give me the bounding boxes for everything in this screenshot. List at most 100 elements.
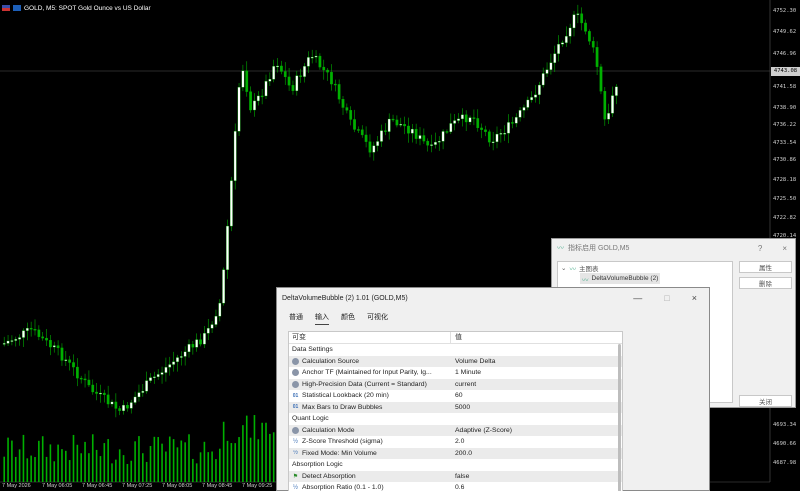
property-value[interactable]: current	[451, 381, 476, 388]
property-value[interactable]: 1 Minute	[451, 369, 481, 376]
price-tick-label: 4733.54	[773, 140, 797, 146]
bull-candle	[214, 316, 218, 325]
property-value[interactable]: 200.0	[451, 450, 472, 457]
property-row[interactable]: Calculation Source Volume Delta	[289, 355, 622, 367]
double-icon: ½	[292, 484, 298, 491]
properties-button[interactable]: 属性	[739, 261, 792, 273]
close-icon[interactable]: ×	[692, 293, 697, 303]
bull-candle	[64, 359, 68, 361]
volume-bar	[207, 452, 210, 482]
property-value[interactable]: 5000	[451, 404, 470, 411]
dialog-titlebar[interactable]: DeltaVolumeBubble (2) 1.01 (GOLD,M5) — □…	[277, 288, 709, 308]
bull-candle	[210, 324, 214, 329]
price-tick-label: 4722.82	[773, 215, 797, 221]
bull-candle	[218, 302, 222, 317]
volume-bar	[234, 443, 236, 482]
property-row[interactable]: ½ Absorption Ratio (0.1 - 1.0) 0.6	[289, 482, 622, 491]
chevron-down-icon[interactable]: ⌄	[561, 264, 566, 272]
bear-candle	[580, 13, 584, 24]
tree-root[interactable]: ⌄ 〰 主图表	[558, 262, 732, 273]
property-row[interactable]: ½ Fixed Mode: Min Volume 200.0	[289, 447, 622, 459]
column-value[interactable]: 值	[451, 332, 462, 343]
maximize-icon[interactable]: □	[664, 293, 669, 303]
tab-visualization[interactable]: 可视化	[367, 310, 388, 324]
bull-candle	[314, 55, 318, 58]
bear-candle	[37, 329, 41, 337]
bear-candle	[326, 69, 329, 73]
bull-candle	[572, 14, 576, 29]
bear-candle	[106, 394, 110, 405]
time-tick-label: 7 May 06:05	[42, 483, 73, 489]
bull-candle	[52, 345, 56, 348]
volume-bar	[230, 443, 233, 482]
bull-candle	[14, 339, 18, 341]
volume-bar	[153, 436, 156, 482]
property-row[interactable]: ½ Z-Score Threshold (sigma) 2.0	[289, 436, 622, 448]
close-button[interactable]: 关闭	[739, 395, 792, 407]
bull-candle	[437, 141, 441, 143]
volume-bar	[34, 457, 36, 482]
delete-button[interactable]: 删除	[739, 277, 792, 289]
volume-bar	[199, 452, 202, 482]
bear-candle	[41, 336, 45, 339]
property-value[interactable]: Adaptive (Z-Score)	[451, 427, 512, 434]
property-value[interactable]: 0.6	[451, 484, 464, 491]
property-row[interactable]: Calculation Mode Adaptive (Z-Score)	[289, 424, 622, 436]
property-value[interactable]: 60	[451, 392, 463, 399]
grid-scrollbar[interactable]	[618, 344, 621, 491]
help-button[interactable]: ?	[758, 244, 762, 253]
bull-candle	[514, 117, 518, 124]
bear-candle	[476, 118, 480, 129]
property-row[interactable]: High-Precision Data (Current = Standard)…	[289, 378, 622, 390]
bear-candle	[114, 401, 118, 409]
bear-candle	[403, 124, 406, 127]
chart-header: GOLD, M5: SPOT Gold Ounce vs US Dollar	[2, 2, 151, 14]
volume-bar	[142, 453, 144, 482]
price-tick-label: 4730.86	[773, 157, 797, 163]
close-icon[interactable]: ×	[782, 244, 787, 253]
price-tick-label: 4752.30	[773, 8, 797, 14]
property-value[interactable]: Volume Delta	[451, 358, 495, 365]
bull-candle	[306, 57, 310, 67]
metatrader-icon	[13, 5, 21, 11]
property-row[interactable]: 01 Max Bars to Draw Bubbles 5000	[289, 401, 622, 413]
bear-candle	[341, 99, 345, 108]
bull-candle	[387, 118, 391, 132]
volume-bar	[72, 434, 75, 482]
bull-candle	[518, 110, 522, 118]
bear-candle	[33, 329, 37, 331]
property-row[interactable]: ⚑ Detect Absorption false	[289, 470, 622, 482]
tree-item-indicator[interactable]: 〰 DeltaVolumeBubble (2)	[580, 273, 660, 284]
property-value[interactable]: false	[451, 473, 469, 480]
price-tick-label: 4736.22	[773, 122, 797, 128]
bear-candle	[364, 134, 368, 142]
section-header: Data Settings	[292, 346, 333, 353]
tab-common[interactable]: 普通	[289, 310, 303, 324]
bull-candle	[557, 44, 560, 54]
bull-candle	[611, 95, 614, 114]
property-row[interactable]: Anchor TF (Maintained for Input Parity, …	[289, 367, 622, 379]
property-row[interactable]: 01 Statistical Lookback (20 min) 60	[289, 390, 622, 402]
bear-candle	[487, 131, 491, 143]
indicator-properties-dialog[interactable]: DeltaVolumeBubble (2) 1.01 (GOLD,M5) — □…	[276, 287, 710, 491]
grid-header: 可变 值	[289, 332, 622, 344]
bull-candle	[18, 337, 21, 340]
volume-bar	[215, 459, 217, 482]
volume-bar	[49, 444, 52, 482]
property-value[interactable]: 2.0	[451, 438, 464, 445]
tab-inputs[interactable]: 输入	[315, 310, 329, 325]
volume-bar	[168, 436, 171, 482]
bull-candle	[460, 114, 464, 120]
bull-candle	[449, 123, 453, 133]
bear-candle	[29, 328, 33, 330]
tab-colors[interactable]: 颜色	[341, 310, 355, 324]
volume-bar	[126, 463, 129, 482]
tab-bar: 普通 输入 颜色 可视化	[277, 308, 709, 326]
column-variable[interactable]: 可变	[289, 332, 451, 343]
bear-candle	[318, 55, 322, 68]
inputs-grid[interactable]: 可变 值 Data Settings Calculation Source Volu…	[288, 331, 623, 491]
dialog-titlebar[interactable]: 〰 指标启用 GOLD,M5 ? ×	[552, 239, 795, 257]
minimize-icon[interactable]: —	[633, 293, 642, 303]
volume-bar	[53, 461, 56, 482]
tree-item-label: DeltaVolumeBubble (2)	[591, 275, 659, 282]
